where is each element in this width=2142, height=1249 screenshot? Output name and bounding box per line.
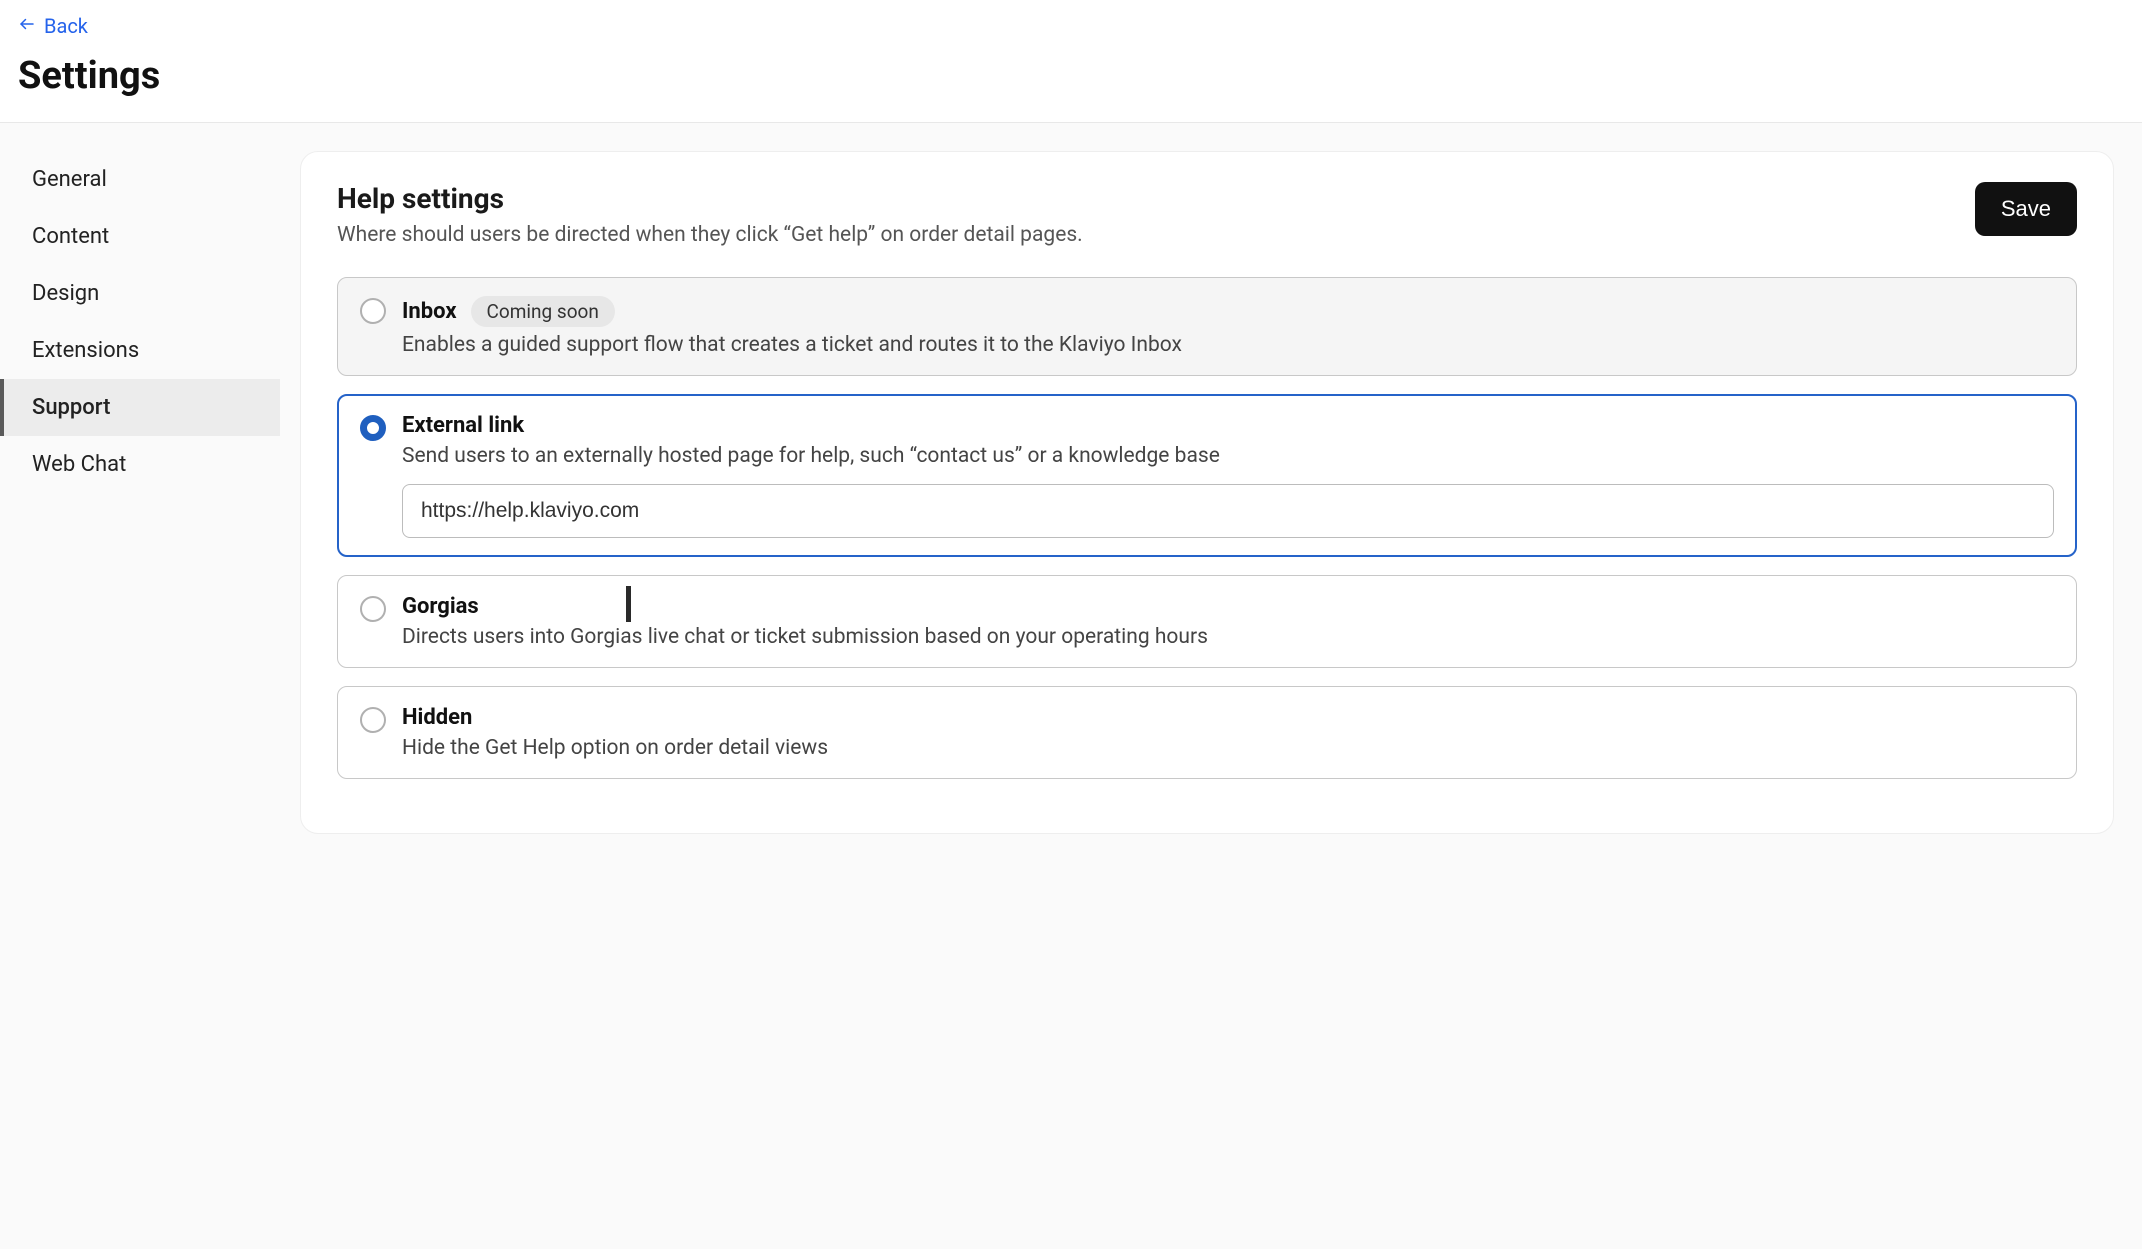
option-title: Gorgias [402,594,479,619]
back-link[interactable]: Back [18,14,88,38]
option-desc: Directs users into Gorgias live chat or … [402,625,2054,649]
help-settings-card: Help settings Where should users be dire… [300,151,2114,834]
radio-hidden[interactable] [360,707,386,733]
sidebar-item-web-chat[interactable]: Web Chat [0,436,300,493]
back-label: Back [44,14,88,38]
option-title-row: Gorgias [402,594,2054,619]
option-desc: Hide the Get Help option on order detail… [402,736,2054,760]
sidebar-item-support[interactable]: Support [0,379,280,436]
card-subtitle: Where should users be directed when they… [337,223,1083,247]
option-title-row: Inbox Coming soon [402,296,2054,327]
option-title: External link [402,413,524,438]
option-external-link[interactable]: External link Send users to an externall… [337,394,2077,557]
sidebar-item-design[interactable]: Design [0,265,300,322]
external-url-input[interactable] [402,484,2054,538]
option-hidden[interactable]: Hidden Hide the Get Help option on order… [337,686,2077,779]
option-desc: Send users to an externally hosted page … [402,444,2054,468]
radio-inbox [360,298,386,324]
option-gorgias[interactable]: Gorgias Directs users into Gorgias live … [337,575,2077,668]
sidebar: General Content Design Extensions Suppor… [0,123,300,1249]
page-title: Settings [18,54,2124,98]
option-title-row: External link [402,413,2054,438]
option-body: Gorgias Directs users into Gorgias live … [402,594,2054,649]
radio-external-link[interactable] [360,415,386,441]
option-body: Inbox Coming soon Enables a guided suppo… [402,296,2054,357]
option-desc: Enables a guided support flow that creat… [402,333,2054,357]
card-title: Help settings [337,182,1083,215]
sidebar-item-content[interactable]: Content [0,208,300,265]
option-title: Inbox [402,299,457,324]
coming-soon-badge: Coming soon [471,296,615,327]
card-header: Help settings Where should users be dire… [337,182,2077,247]
card-heading-block: Help settings Where should users be dire… [337,182,1083,247]
main: Help settings Where should users be dire… [300,123,2142,1249]
option-title-row: Hidden [402,705,2054,730]
layout: General Content Design Extensions Suppor… [0,123,2142,1249]
option-inbox: Inbox Coming soon Enables a guided suppo… [337,277,2077,376]
option-title: Hidden [402,705,472,730]
option-body: Hidden Hide the Get Help option on order… [402,705,2054,760]
arrow-left-icon [18,14,36,38]
text-cursor-icon [626,586,631,622]
sidebar-item-extensions[interactable]: Extensions [0,322,300,379]
page-header: Back Settings [0,0,2142,123]
sidebar-item-general[interactable]: General [0,151,300,208]
option-body: External link Send users to an externall… [402,413,2054,538]
save-button[interactable]: Save [1975,182,2077,236]
radio-gorgias[interactable] [360,596,386,622]
